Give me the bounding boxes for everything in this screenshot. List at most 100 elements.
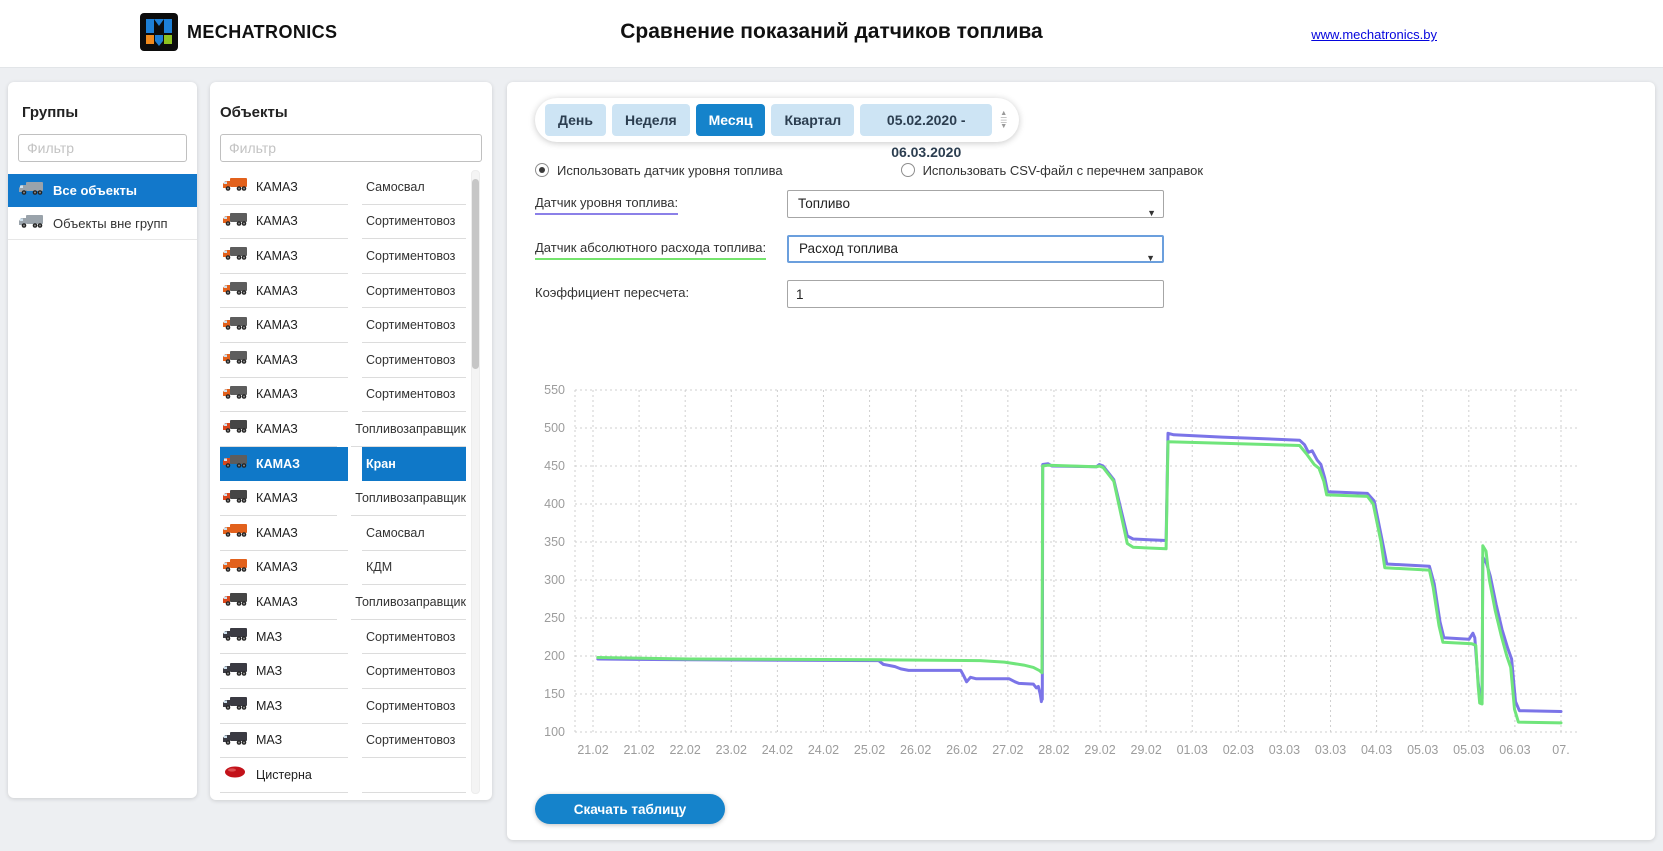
object-type: Топливозаправщик	[355, 595, 466, 609]
object-type: Топливозаправщик	[355, 422, 466, 436]
object-name: КАМАЗ	[256, 526, 298, 540]
tab-period-1[interactable]: Неделя	[612, 104, 690, 136]
object-row[interactable]: МАЗСортиментовоз	[220, 654, 466, 689]
level-sensor-select[interactable]: Топливо ▼	[787, 190, 1164, 218]
object-type-cell: Топливозаправщик	[351, 585, 466, 620]
date-range-button[interactable]: 05.02.2020 - 06.03.2020	[860, 104, 992, 136]
flow-sensor-value: Расход топлива	[799, 241, 898, 256]
group-item-label: Объекты вне групп	[53, 216, 168, 231]
flow-sensor-select[interactable]: Расход топлива ▼	[787, 235, 1164, 263]
truck-icon	[222, 383, 248, 406]
object-row[interactable]: КАМАЗ Сортиментовоз	[220, 308, 466, 343]
object-name-cell: МАЗ	[220, 724, 348, 759]
object-row[interactable]: КАМАЗСортиментовоз	[220, 343, 466, 378]
level-sensor-value: Топливо	[798, 196, 850, 211]
y-axis-tick-label: 350	[544, 535, 565, 549]
x-axis-tick-label: 22.02	[670, 743, 701, 757]
truck-icon	[222, 660, 248, 683]
tab-period-0[interactable]: День	[545, 104, 606, 136]
object-row[interactable]: КАМАЗ Сортиментовоз	[220, 378, 466, 413]
truck-icon	[222, 521, 248, 544]
groups-list: Все объекты Объекты вне групп	[8, 174, 197, 240]
object-type-cell: КДМ	[362, 551, 466, 586]
radio-icon[interactable]	[535, 163, 549, 177]
object-name-cell: КАМАЗ	[220, 308, 348, 343]
object-row[interactable]: МАЗСортиментовоз	[220, 620, 466, 655]
tank-icon	[222, 763, 248, 786]
logo-text: MECHATRONICS	[187, 22, 337, 43]
page-title: Сравнение показаний датчиков топлива	[620, 20, 1042, 44]
truck-icon	[222, 244, 248, 267]
objects-filter-input[interactable]	[220, 134, 482, 162]
object-row[interactable]: КАМАЗ КДМ	[220, 551, 466, 586]
object-type: Сортиментовоз	[366, 387, 455, 401]
x-axis-tick-label: 03.03	[1315, 743, 1346, 757]
object-type-cell: Сортиментовоз	[362, 724, 466, 759]
object-row[interactable]: КАМАЗСортиментовоз	[220, 274, 466, 309]
object-type-cell: Сортиментовоз	[362, 274, 466, 309]
object-name-cell: КАМАЗ	[220, 585, 337, 620]
object-row[interactable]: МАЗСортиментовоз	[220, 689, 466, 724]
truck-icon	[222, 279, 248, 302]
objects-scrollbar-thumb[interactable]	[472, 179, 479, 369]
object-name: КАМАЗ	[256, 560, 298, 574]
object-name-cell: КАМАЗ	[220, 447, 348, 482]
object-row[interactable]: КАМАЗ Кран	[220, 447, 466, 482]
x-axis-tick-label: 29.02	[1084, 743, 1115, 757]
object-row[interactable]: МАЗ Сортиментовоз	[220, 724, 466, 759]
truck-icon	[222, 487, 248, 510]
x-axis-tick-label: 02.03	[1223, 743, 1254, 757]
group-item-1[interactable]: Объекты вне групп	[8, 207, 197, 240]
object-row[interactable]: КАМАЗТопливозаправщик	[220, 481, 466, 516]
object-row[interactable]: Цистерна	[220, 758, 466, 793]
x-axis-tick-label: 03.03	[1269, 743, 1300, 757]
radio-option-1[interactable]: Использовать CSV-файл с перечнем заправо…	[901, 160, 1204, 180]
site-link[interactable]: www.mechatronics.by	[1311, 27, 1437, 42]
radio-option-0[interactable]: Использовать датчик уровня топлива	[535, 160, 783, 180]
object-name-cell: КАМАЗ	[220, 378, 348, 413]
object-row[interactable]: КАМАЗ Топливозаправщик	[220, 585, 466, 620]
x-axis-tick-label: 05.03	[1453, 743, 1484, 757]
fuel-comparison-chart: 55050045040035030025020015010021.0221.02…	[525, 370, 1605, 782]
object-type-cell: Сортиментовоз	[362, 239, 466, 274]
object-name: Цистерна	[256, 768, 312, 782]
object-type-cell: Топливозаправщик	[351, 481, 466, 516]
object-name-cell: КАМАЗ	[220, 343, 348, 378]
coefficient-input[interactable]	[787, 280, 1164, 308]
object-type-cell: Топливозаправщик	[351, 412, 466, 447]
object-type-cell: Сортиментовоз	[362, 308, 466, 343]
object-type: Самосвал	[366, 180, 425, 194]
tab-period-3[interactable]: Квартал	[771, 104, 854, 136]
app-header: MECHATRONICS Сравнение показаний датчико…	[0, 0, 1663, 68]
radio-icon[interactable]	[901, 163, 915, 177]
object-row[interactable]: КАМАЗТопливозаправщик	[220, 412, 466, 447]
object-row[interactable]: КАМАЗ Сортиментовоз	[220, 205, 466, 240]
group-item-0[interactable]: Все объекты	[8, 174, 197, 207]
tab-period-2[interactable]: Месяц	[696, 104, 766, 136]
objects-scrollbar[interactable]	[471, 170, 480, 794]
x-axis-tick-label: 21.02	[623, 743, 654, 757]
x-axis-tick-label: 04.03	[1361, 743, 1392, 757]
groups-filter-input[interactable]	[18, 134, 187, 162]
y-axis-tick-label: 450	[544, 459, 565, 473]
spinner-down-icon[interactable]: ▼	[1000, 124, 1007, 130]
object-row[interactable]: КАМАЗСортиментовоз	[220, 239, 466, 274]
object-type: Сортиментовоз	[366, 699, 455, 713]
object-row[interactable]: КАМАЗСамосвал	[220, 516, 466, 551]
coefficient-label: Коэффициент пересчета:	[535, 285, 689, 303]
object-type: Сортиментовоз	[366, 249, 455, 263]
download-table-button[interactable]: Скачать таблицу	[535, 794, 725, 824]
object-type-cell: Сортиментовоз	[362, 205, 466, 240]
object-type: Сортиментовоз	[366, 664, 455, 678]
object-name: МАЗ	[256, 733, 282, 747]
series-line-1	[598, 442, 1561, 723]
y-axis-tick-label: 300	[544, 573, 565, 587]
date-spinner-control[interactable]: ▲☰▼	[998, 104, 1009, 136]
mechatronics-logo-icon	[140, 13, 178, 51]
object-name-cell: КАМАЗ	[220, 205, 348, 240]
x-axis-tick-label: 28.02	[1038, 743, 1069, 757]
y-axis-tick-label: 200	[544, 649, 565, 663]
object-type-cell: Сортиментовоз	[362, 689, 466, 724]
object-type: Кран	[366, 457, 396, 471]
object-row[interactable]: КАМАЗСамосвал	[220, 170, 466, 205]
